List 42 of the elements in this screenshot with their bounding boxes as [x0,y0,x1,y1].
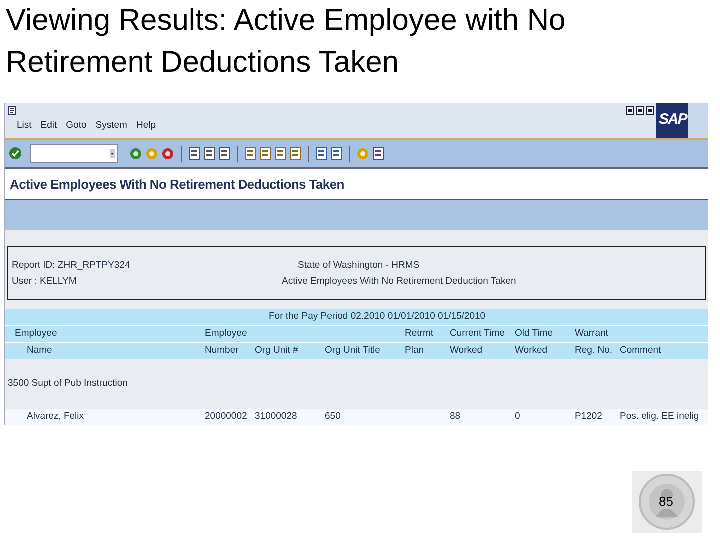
column-header: Worked [515,345,548,356]
report-id: Report ID: ZHR_RPTPY324 [12,260,132,270]
menu-item[interactable]: Help [136,120,156,131]
column-header: Plan [405,345,424,356]
report-title: Active Employees With No Retirement Deduction Taken [282,276,518,286]
table-cell: 88 [450,411,461,422]
table-cell: 650 [325,411,341,422]
enter-icon[interactable] [9,147,22,160]
dropdown-icon[interactable] [110,149,115,158]
user-name: User : KELLYM [12,276,78,286]
column-header: Employee [205,328,248,339]
table-cell: Pos. elig. EE inelig [620,411,700,422]
menu-item[interactable]: Edit [40,120,58,131]
menu-item[interactable]: Goto [66,120,87,131]
table-cell: 0 [515,411,520,422]
column-header: Comment [620,345,662,356]
table-cell: 20000002 [205,411,248,422]
organization-name: State of Washington - HRMS [297,260,421,270]
table-cell: Alvarez, Felix [27,411,84,422]
column-header: Org Unit # [255,345,298,356]
column-header: Retrmt [405,328,434,339]
column-header: Employee [15,328,58,339]
sap-logo: SAP [656,103,708,138]
column-header: Name [27,345,52,356]
table-cell: P1202 [575,411,602,422]
column-header: Worked [450,345,483,356]
column-header: Number [205,345,239,356]
pay-period: For the Pay Period 02.2010 01/01/2010 01/15/2010 [269,311,486,322]
screen-title: Active Employees With No Retirement Deductions Taken [10,176,344,192]
column-header: Current Time [450,328,505,339]
column-header: Old Time [515,328,554,339]
system-menu-icon[interactable] [8,106,16,115]
page-number: 85 [659,494,674,509]
menu-item[interactable]: List [17,120,32,131]
command-field[interactable] [30,144,118,163]
table-cell: 31000028 [255,411,298,422]
column-header: Org Unit Title [325,345,380,356]
menu-item[interactable]: System [96,120,128,131]
slide-title: Viewing Results: Active Employee with No Retirement Deductions Taken [6,3,567,81]
group-heading: 3500 Supt of Pub Instruction [8,378,128,389]
column-header: Reg. No. [575,345,612,356]
column-header: Warrant [575,328,608,339]
